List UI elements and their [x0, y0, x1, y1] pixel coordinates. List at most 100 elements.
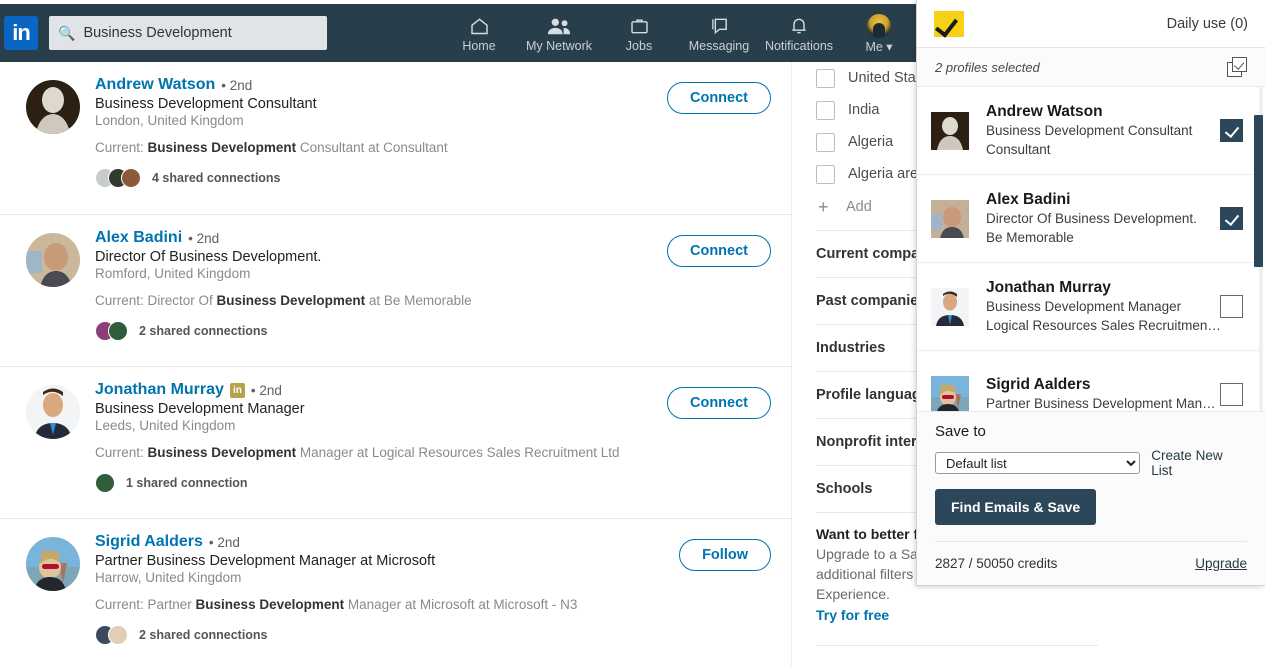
- selected-count-label: 2 profiles selected: [935, 59, 1040, 75]
- extension-profile-row[interactable]: Alex Badini Director Of Business Develop…: [917, 175, 1259, 263]
- extension-profile-row[interactable]: Andrew Watson Business Development Consu…: [917, 87, 1259, 175]
- extension-credits-bar: 2827 / 50050 credits Upgrade: [917, 542, 1265, 585]
- avatar[interactable]: [26, 80, 80, 134]
- shared-connections-label: 2 shared connections: [139, 628, 268, 642]
- nav-item-home-label: Home: [462, 39, 496, 53]
- find-emails-and-save-button[interactable]: Find Emails & Save: [935, 489, 1097, 525]
- result-current: Current: Business Development Manager at…: [95, 445, 620, 460]
- nav-item-jobs-label: Jobs: [625, 39, 653, 53]
- shared-connections[interactable]: 4 shared connections: [95, 168, 771, 188]
- extension-profile-line1: Director Of Business Development.: [986, 210, 1197, 226]
- extension-profile-row[interactable]: Sigrid Aalders Partner Business Developm…: [917, 351, 1259, 411]
- extension-profile-checkbox[interactable]: [1220, 119, 1243, 142]
- try-for-free-link[interactable]: Try for free: [816, 607, 889, 623]
- filter-label: Algeria area: [848, 166, 927, 182]
- extension-panel: Daily use (0) 2 profiles selected Andrew…: [916, 0, 1265, 586]
- result-name[interactable]: Alex Badini: [95, 229, 182, 247]
- checkbox-icon[interactable]: [816, 68, 835, 88]
- create-new-list-link[interactable]: Create New List: [1151, 448, 1247, 478]
- avatar-icon: [867, 14, 891, 38]
- filter-label: India: [848, 102, 880, 118]
- list-select[interactable]: Default list: [935, 452, 1141, 474]
- result-item[interactable]: Alex Badini • 2nd Director Of Business D…: [0, 215, 791, 367]
- connect-button[interactable]: Connect: [667, 235, 771, 267]
- avatar: [931, 111, 969, 150]
- extension-list-scrollbar[interactable]: [1254, 115, 1263, 267]
- result-headline: Partner Business Development Manager at …: [95, 553, 436, 569]
- extension-profile-line2: Logical Resources Sales Recruitmen…: [986, 317, 1220, 333]
- nav-item-notifications[interactable]: Notifications: [759, 12, 839, 54]
- shared-connections-label: 2 shared connections: [139, 324, 268, 338]
- result-current: Current: Partner Business Development Ma…: [95, 597, 578, 612]
- extension-profile-checkbox[interactable]: [1220, 295, 1243, 318]
- extension-profile-row[interactable]: Jonathan Murray Business Development Man…: [917, 263, 1259, 351]
- select-all-icon[interactable]: [1227, 57, 1247, 77]
- search-results-list: Andrew Watson • 2nd Business Development…: [0, 62, 791, 667]
- avatar[interactable]: [26, 233, 80, 287]
- linkedin-search-page: in 🔍 Business Development Home My Networ…: [0, 0, 1265, 667]
- linkedin-premium-badge-icon: in: [229, 382, 245, 398]
- extension-profile-name: Andrew Watson: [986, 102, 1103, 120]
- credits-label: 2827 / 50050 credits: [935, 556, 1058, 571]
- follow-button[interactable]: Follow: [679, 539, 771, 571]
- result-name[interactable]: Andrew Watson: [95, 76, 215, 94]
- checkbox-icon[interactable]: [816, 100, 835, 120]
- extension-profile-line2: Be Memorable: [986, 229, 1074, 245]
- result-item[interactable]: Sigrid Aalders • 2nd Partner Business De…: [0, 519, 791, 667]
- result-item[interactable]: Andrew Watson • 2nd Business Development…: [0, 62, 791, 215]
- extension-footer: Save to Default list Create New List Fin…: [917, 411, 1265, 542]
- nav-item-notifications-label: Notifications: [764, 39, 834, 53]
- result-current: Current: Director Of Business Developmen…: [95, 293, 472, 308]
- nav-item-messaging[interactable]: Messaging: [679, 12, 759, 54]
- result-name[interactable]: Jonathan Murray: [95, 381, 224, 399]
- result-name-row: Sigrid Aalders • 2nd: [95, 533, 771, 551]
- avatar: [931, 375, 969, 411]
- shared-connections[interactable]: 1 shared connection: [95, 473, 771, 493]
- nav-item-jobs[interactable]: Jobs: [599, 12, 679, 54]
- result-location: Leeds, United Kingdom: [95, 418, 236, 433]
- search-input[interactable]: 🔍 Business Development: [49, 16, 327, 50]
- result-degree: • 2nd: [188, 230, 220, 246]
- extension-profile-line1: Business Development Manager: [986, 298, 1182, 314]
- checkbox-icon[interactable]: [816, 164, 835, 184]
- result-item[interactable]: Jonathan Murray in • 2nd Business Develo…: [0, 367, 791, 519]
- checkbox-icon[interactable]: [816, 132, 835, 152]
- connect-button[interactable]: Connect: [667, 82, 771, 114]
- extension-profile-info: Alex Badini Director Of Business Develop…: [986, 191, 1220, 247]
- shared-connections-label: 4 shared connections: [152, 171, 281, 185]
- message-icon: [709, 14, 730, 38]
- result-name[interactable]: Sigrid Aalders: [95, 533, 203, 551]
- facepile: [95, 473, 115, 493]
- nav-item-me[interactable]: Me ▾: [839, 12, 919, 54]
- avatar: [931, 199, 969, 238]
- avatar: [931, 287, 969, 326]
- extension-profile-name: Sigrid Aalders: [986, 376, 1091, 393]
- extension-profile-info: Sigrid Aalders Partner Business Developm…: [986, 376, 1220, 411]
- result-current: Current: Business Development Consultant…: [95, 140, 448, 155]
- nav-item-home[interactable]: Home: [439, 12, 519, 54]
- upgrade-link[interactable]: Upgrade: [1195, 556, 1247, 571]
- result-degree: • 2nd: [250, 382, 282, 398]
- shared-connections[interactable]: 2 shared connections: [95, 321, 771, 341]
- nav-items: Home My Network Jobs Messaging Notificat…: [439, 12, 919, 54]
- chevron-down-icon: ▾: [882, 40, 893, 54]
- avatar[interactable]: [26, 385, 80, 439]
- linkedin-logo-icon[interactable]: in: [4, 16, 38, 50]
- saved-searches-heading: Saved searches: [816, 646, 1098, 667]
- filter-label: Algeria: [848, 134, 894, 150]
- extension-header: Daily use (0): [917, 0, 1265, 48]
- nav-item-my-network-label: My Network: [526, 39, 592, 53]
- avatar[interactable]: [26, 537, 80, 591]
- extension-profile-name: Jonathan Murray: [986, 278, 1111, 296]
- shared-connections[interactable]: 2 shared connections: [95, 625, 771, 645]
- extension-profile-line1: Partner Business Development Man…: [986, 396, 1216, 411]
- extension-profile-checkbox[interactable]: [1220, 383, 1243, 406]
- extension-profile-line1: Business Development Consultant: [986, 122, 1193, 138]
- briefcase-icon: [629, 14, 650, 38]
- nav-item-my-network[interactable]: My Network: [519, 12, 599, 54]
- checkmark-logo-icon: [934, 10, 964, 37]
- people-icon: [547, 14, 571, 38]
- facepile: [95, 625, 128, 645]
- connect-button[interactable]: Connect: [667, 387, 771, 419]
- extension-profile-checkbox[interactable]: [1220, 207, 1243, 230]
